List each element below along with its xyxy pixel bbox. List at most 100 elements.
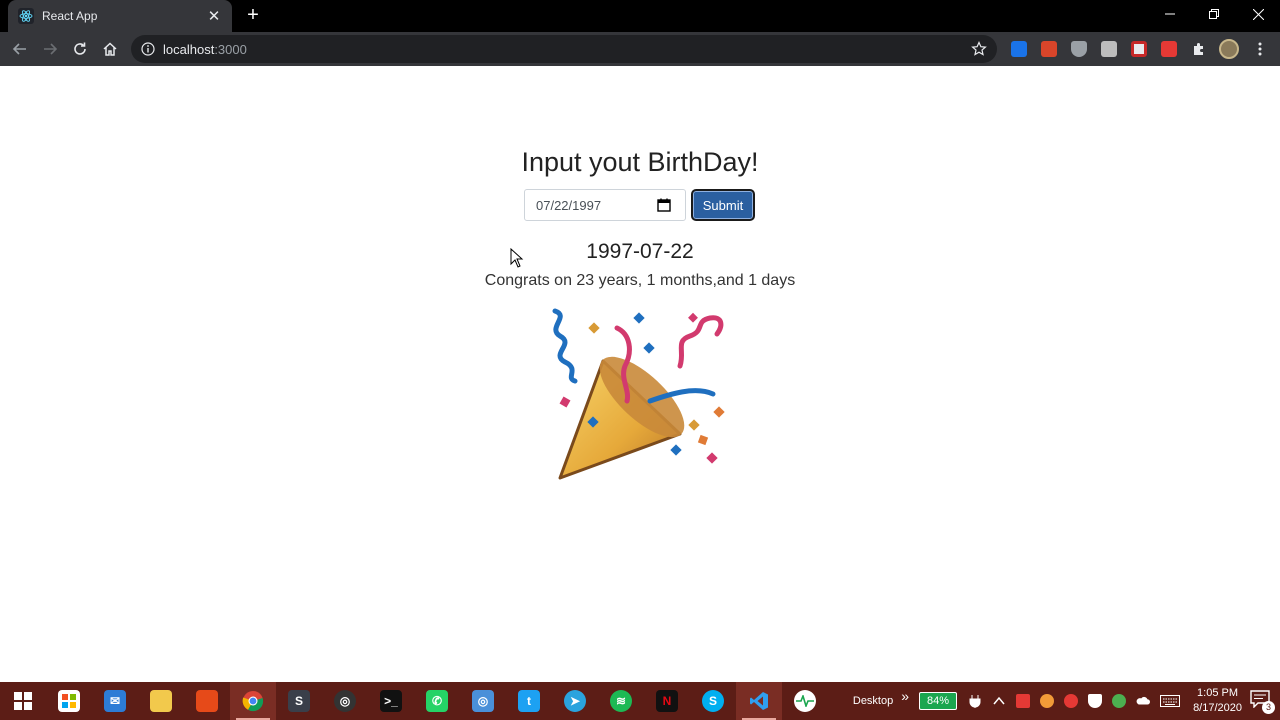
- office-icon: [196, 690, 218, 712]
- taskbar-instagram[interactable]: ◎: [460, 682, 506, 720]
- tab-title: React App: [42, 9, 98, 23]
- taskbar-vscode[interactable]: [736, 682, 782, 720]
- security-tray-icon[interactable]: [1064, 694, 1079, 708]
- onedrive-cloud-icon[interactable]: [1136, 694, 1151, 708]
- spotify-icon: ≋: [610, 690, 632, 712]
- windows-logo-icon: [14, 692, 32, 710]
- microsoft-store-icon: [58, 690, 80, 712]
- restore-button[interactable]: [1192, 0, 1236, 28]
- taskbar-file-explorer[interactable]: [138, 682, 184, 720]
- page-viewport: Input yout BirthDay! 07/22/1997 Submit 1…: [0, 66, 1280, 682]
- twitter-icon: t: [518, 690, 540, 712]
- taskbar-store[interactable]: [46, 682, 92, 720]
- extension-pocket-icon[interactable]: [1131, 41, 1147, 57]
- back-arrow-icon: [12, 43, 26, 55]
- taskbar-netflix[interactable]: N: [644, 682, 690, 720]
- app-tray-icon[interactable]: [1040, 694, 1055, 708]
- system-tray: Desktop » 84% 1:05 PM 8/17/2020 3: [853, 682, 1280, 720]
- home-button[interactable]: [98, 37, 122, 61]
- browser-toolbar: localhost:3000: [0, 32, 1280, 66]
- info-icon[interactable]: [141, 42, 155, 56]
- folder-icon: [150, 690, 172, 712]
- submit-button[interactable]: Submit: [691, 189, 755, 221]
- taskbar-skype[interactable]: S: [690, 682, 736, 720]
- start-button[interactable]: [0, 682, 46, 720]
- taskbar-spotify[interactable]: ≋: [598, 682, 644, 720]
- forward-button[interactable]: [38, 37, 62, 61]
- taskbar-sublime[interactable]: S: [276, 682, 322, 720]
- clock-time: 1:05 PM: [1197, 687, 1239, 699]
- close-icon: [1252, 8, 1264, 20]
- taskbar-obs[interactable]: ◎: [322, 682, 368, 720]
- reload-button[interactable]: [68, 37, 92, 61]
- network-tray-icon[interactable]: [1112, 694, 1127, 708]
- browser-tab[interactable]: React App ✕: [8, 0, 232, 32]
- back-button[interactable]: [8, 37, 32, 61]
- taskbar-office[interactable]: [184, 682, 230, 720]
- taskbar-mail[interactable]: ✉: [92, 682, 138, 720]
- minimize-button[interactable]: [1148, 0, 1192, 28]
- react-icon: [18, 8, 34, 24]
- bookmark-star-icon[interactable]: [971, 41, 987, 57]
- telegram-icon: ➤: [564, 690, 586, 712]
- toolbar-overflow[interactable]: »: [901, 688, 909, 704]
- taskbar-telegram[interactable]: ➤: [552, 682, 598, 720]
- action-center-button[interactable]: 3: [1250, 690, 1275, 714]
- mail-icon: ✉: [104, 690, 126, 712]
- birthday-date-input[interactable]: 07/22/1997: [524, 189, 686, 221]
- new-tab-button[interactable]: +: [243, 4, 263, 28]
- system-clock[interactable]: 1:05 PM 8/17/2020: [1193, 686, 1242, 716]
- mouse-cursor-icon: [510, 248, 524, 268]
- antivirus-icon[interactable]: [1016, 694, 1031, 708]
- profile-avatar[interactable]: [1219, 39, 1239, 59]
- page-heading: Input yout BirthDay!: [521, 147, 759, 177]
- chevron-up-icon[interactable]: [992, 694, 1006, 708]
- calendar-icon[interactable]: [657, 198, 671, 212]
- chrome-menu-icon[interactable]: [1252, 41, 1268, 57]
- whatsapp-icon: ✆: [426, 690, 448, 712]
- notification-count-badge: 3: [1262, 701, 1275, 714]
- window-controls: [1148, 0, 1280, 32]
- sublime-text-icon: S: [288, 690, 310, 712]
- url-text: localhost:3000: [163, 42, 247, 57]
- home-icon: [103, 42, 117, 56]
- extension-red-icon[interactable]: [1041, 41, 1057, 57]
- terminal-icon: >_: [380, 690, 402, 712]
- extension-shield-icon[interactable]: [1071, 41, 1087, 57]
- obs-icon: ◎: [334, 690, 356, 712]
- chrome-icon: [242, 691, 264, 712]
- address-bar[interactable]: localhost:3000: [131, 35, 997, 63]
- battery-percent: 84%: [927, 695, 950, 707]
- extension-print-icon[interactable]: [1101, 41, 1117, 57]
- browser-titlebar: React App ✕ +: [0, 0, 1280, 32]
- congrats-message: Congrats on 23 years, 1 months,and 1 day…: [484, 272, 796, 289]
- minimize-icon: [1165, 13, 1175, 15]
- restore-icon: [1209, 9, 1219, 19]
- tab-close-icon[interactable]: ✕: [206, 7, 222, 25]
- forward-arrow-icon: [44, 43, 58, 55]
- extensions-puzzle-icon[interactable]: [1191, 41, 1207, 57]
- defender-icon[interactable]: [1088, 694, 1103, 708]
- netflix-icon: N: [656, 690, 678, 712]
- vscode-icon: [748, 690, 770, 712]
- close-window-button[interactable]: [1236, 0, 1280, 28]
- keyboard-icon[interactable]: [1160, 694, 1181, 708]
- taskbar-chrome[interactable]: [230, 682, 276, 720]
- extension-react-devtools-icon[interactable]: [1011, 41, 1027, 57]
- taskbar-whatsapp[interactable]: ✆: [414, 682, 460, 720]
- windows-taskbar: ✉ S ◎ >_ ✆ ◎ t ➤ ≋ N S Desktop » 84% 1:0…: [0, 682, 1280, 720]
- power-plug-icon[interactable]: [968, 694, 982, 708]
- result-date: 1997-07-22: [586, 240, 694, 263]
- extension-todo-icon[interactable]: [1161, 41, 1177, 57]
- url-port: :3000: [214, 41, 247, 57]
- taskbar-twitter[interactable]: t: [506, 682, 552, 720]
- taskbar-terminal[interactable]: >_: [368, 682, 414, 720]
- taskbar-activity-monitor[interactable]: [782, 682, 828, 720]
- battery-indicator[interactable]: 84%: [919, 692, 958, 710]
- clock-date: 8/17/2020: [1193, 702, 1242, 714]
- party-popper-icon: [552, 308, 725, 480]
- desktop-toolbar-label[interactable]: Desktop: [853, 695, 893, 707]
- url-host: localhost: [163, 41, 215, 57]
- skype-icon: S: [702, 690, 724, 712]
- instagram-icon: ◎: [472, 690, 494, 712]
